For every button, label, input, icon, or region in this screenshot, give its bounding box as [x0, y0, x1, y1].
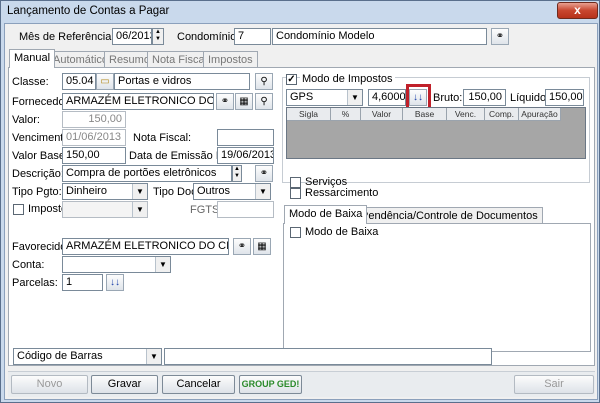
chevron-down-icon: ▼: [132, 202, 147, 217]
tab-modo-baixa[interactable]: Modo de Baixa: [284, 205, 368, 224]
gravar-button[interactable]: Gravar: [91, 375, 158, 394]
descricao-label: Descrição:: [12, 168, 64, 180]
descricao-spinner[interactable]: ▲ ▼: [232, 165, 242, 182]
mes-spinner[interactable]: ▲ ▼: [152, 28, 164, 45]
bruto-label: Bruto:: [433, 92, 463, 104]
grid-header-comp: Comp.: [485, 108, 519, 121]
binoculars-icon[interactable]: ⚭: [491, 28, 509, 45]
chevron-down-icon: ▼: [347, 90, 362, 105]
window: Lançamento de Contas a Pagar x Mês de Re…: [0, 0, 600, 403]
tipo-pgto-label: Tipo Pgto:: [12, 186, 62, 198]
tab-impostos[interactable]: Impostos: [203, 51, 258, 68]
modo-impostos-label: Modo de Impostos: [300, 73, 395, 85]
imposto-checkbox[interactable]: [13, 204, 24, 215]
sair-button[interactable]: Sair: [514, 375, 594, 394]
nota-fiscal-label: Nota Fiscal:: [133, 132, 192, 144]
conta-label: Conta:: [12, 259, 45, 271]
grid-header-venc: Venc.: [447, 108, 485, 121]
chevron-down-icon: ▼: [146, 349, 161, 364]
mes-field[interactable]: 06/2013: [112, 28, 152, 45]
search-icon[interactable]: ⚲: [255, 73, 273, 90]
chevron-down-icon: ▼: [155, 257, 170, 272]
valor-base-field[interactable]: 150,00: [62, 147, 126, 164]
data-emissao-field[interactable]: 19/06/2013: [217, 147, 274, 164]
valor-base-label: Valor Base:: [12, 150, 69, 162]
tab-manual[interactable]: Manual: [9, 49, 56, 68]
register-icon[interactable]: ▦: [235, 93, 253, 110]
chevron-down-icon: ▼: [132, 184, 147, 199]
tipo-doc-select[interactable]: Outros ▼: [193, 183, 271, 200]
classe-name-field[interactable]: Portas e vidros: [114, 73, 250, 90]
fgts-field[interactable]: [217, 201, 274, 218]
descricao-field[interactable]: Compra de portões eletrônicos: [62, 165, 232, 182]
ressarcimento-checkbox[interactable]: [290, 188, 301, 199]
grid-header-percent: %: [331, 108, 361, 121]
expand-parcelas-icon[interactable]: ↓↓: [106, 274, 124, 291]
impostos-grid[interactable]: Sigla % Valor Base Venc. Comp. Apuração: [286, 107, 586, 159]
conta-select[interactable]: ▼: [62, 256, 171, 273]
binoculars-icon[interactable]: ⚭: [233, 238, 251, 255]
liquido-field[interactable]: 150,00: [545, 89, 584, 106]
modo-impostos-checkbox[interactable]: ✓: [286, 74, 297, 85]
tax-rate-field[interactable]: 4,6000: [368, 89, 406, 106]
mes-label: Mês de Referência:: [19, 31, 115, 43]
classe-code-field[interactable]: 05.04: [62, 73, 96, 90]
classe-label: Classe:: [12, 76, 49, 88]
favorecido-field[interactable]: ARMAZÉM ELETRONICO DO CICERO: [62, 238, 229, 255]
client-area: Mês de Referência: 06/2013 ▲ ▼ Condomínio…: [4, 23, 598, 400]
window-title: Lançamento de Contas a Pagar: [7, 5, 170, 17]
imposto-select[interactable]: ▼: [62, 201, 148, 218]
tab-pendencia[interactable]: Pendência/Controle de Documentos: [356, 207, 543, 224]
modo-baixa-label: Modo de Baixa: [305, 226, 379, 238]
chevron-down-icon: ▼: [255, 184, 270, 199]
cancelar-button[interactable]: Cancelar: [162, 375, 235, 394]
parcelas-field[interactable]: 1: [62, 274, 103, 291]
modo-baixa-checkbox[interactable]: [290, 227, 301, 238]
tipo-pgto-value: Dinheiro: [66, 185, 107, 197]
barcode-field[interactable]: [164, 348, 492, 365]
vencimento-field[interactable]: 01/06/2013: [62, 129, 126, 146]
ressarcimento-label: Ressarcimento: [305, 187, 379, 199]
expand-impostos-icon[interactable]: ↓↓: [409, 89, 427, 106]
register-icon[interactable]: ▦: [253, 238, 271, 255]
grid-header-sigla: Sigla: [287, 108, 331, 121]
tipo-pgto-select[interactable]: Dinheiro ▼: [62, 183, 148, 200]
condominio-code-field[interactable]: 7: [234, 28, 271, 45]
folder-icon[interactable]: ▭: [96, 73, 114, 90]
grid-header-base: Base: [403, 108, 447, 121]
condominio-label: Condomínio:: [177, 31, 240, 43]
grid-header-valor: Valor: [361, 108, 403, 121]
valor-label: Valor:: [12, 114, 40, 126]
valor-field[interactable]: 150,00: [62, 111, 126, 128]
grid-header-apuracao: Apuração: [519, 108, 561, 121]
servicos-checkbox[interactable]: [290, 177, 301, 188]
favorecido-label: Favorecido:: [12, 241, 70, 253]
tipo-doc-value: Outros: [197, 185, 231, 197]
barcode-type-value: Código de Barras: [17, 350, 103, 362]
binoculars-icon[interactable]: ⚭: [216, 93, 234, 110]
bruto-field[interactable]: 150,00: [463, 89, 506, 106]
baixa-panel: [283, 223, 591, 352]
binoculars-icon[interactable]: ⚭: [255, 165, 273, 182]
tax-type-value: GPS: [290, 91, 314, 103]
fornecedor-field[interactable]: ARMAZÉM ELETRONICO DO CICERO: [62, 93, 214, 110]
group-ged-button[interactable]: GROUP GED!: [239, 375, 302, 394]
nota-fiscal-field[interactable]: [217, 129, 274, 146]
parcelas-label: Parcelas:: [12, 277, 58, 289]
barcode-type-select[interactable]: Código de Barras ▼: [13, 348, 162, 365]
liquido-label: Líquido:: [510, 92, 550, 104]
tax-type-select[interactable]: GPS ▼: [286, 89, 363, 106]
close-button[interactable]: x: [557, 2, 598, 19]
condominio-name-field[interactable]: Condomínio Modelo: [272, 28, 487, 45]
novo-button[interactable]: Novo: [11, 375, 88, 394]
search-icon[interactable]: ⚲: [255, 93, 273, 110]
